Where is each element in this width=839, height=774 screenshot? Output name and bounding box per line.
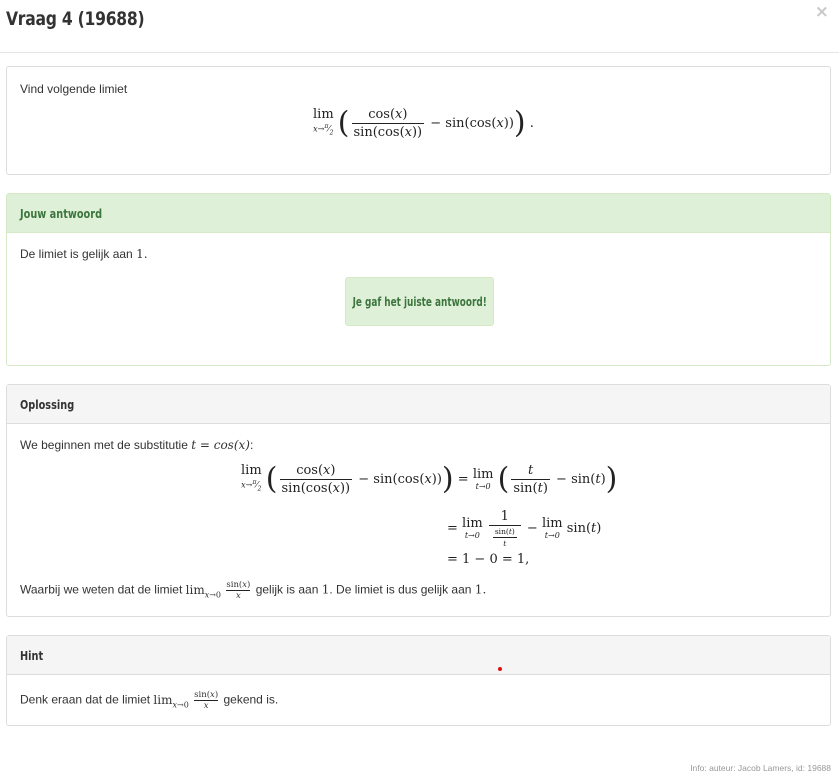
solution-line-1: lim x→π⁄2 (cos(x) sin(cos(x)) − sin(cos(x)…: [241, 461, 618, 497]
answer-text: De limiet is gelijk aan 1.: [20, 247, 148, 261]
question-formula: lim x→π⁄2 (cos(x) sin(cos(x)) − sin(cos(x)…: [313, 105, 534, 141]
solution-line-3: = 1 − 0 = 1,: [447, 552, 530, 567]
question-intro: Vind volgende limiet: [20, 82, 128, 96]
hint-text: Denk eraan dat de limiet limx→0 sin(x) x …: [20, 690, 279, 711]
solution-intro: We beginnen met de substitutie t = cos(x…: [20, 438, 254, 452]
cursor-dot: [498, 667, 502, 671]
footer-info: Info: auteur: Jacob Lamers, id: 19688: [690, 763, 831, 773]
substitution: t = cos(x): [191, 438, 250, 452]
close-icon[interactable]: ×: [815, 2, 829, 22]
hint-heading: Hint: [7, 636, 830, 675]
solution-line-2: = lim t→0 1 sin(t) t − lim t→0 sin(t): [447, 509, 602, 548]
answer-heading: Jouw antwoord: [7, 194, 830, 233]
solution-panel: Oplossing We beginnen met de substitutie…: [6, 384, 831, 617]
answer-value: 1: [136, 247, 144, 261]
correct-answer-alert: Je gaf het juiste antwoord!: [345, 277, 494, 326]
hint-panel: Hint Denk eraan dat de limiet limx→0 sin…: [6, 635, 831, 726]
solution-heading: Oplossing: [7, 385, 830, 424]
header-divider: [0, 52, 839, 53]
modal-title: Vraag 4 (19688): [6, 8, 145, 30]
solution-conclusion: Waarbij we weten dat de limiet limx→0 si…: [20, 580, 487, 601]
answer-panel: Jouw antwoord De limiet is gelijk aan 1.…: [6, 193, 831, 366]
question-panel: Vind volgende limiet lim x→π⁄2 (cos(x) sin…: [6, 66, 831, 175]
